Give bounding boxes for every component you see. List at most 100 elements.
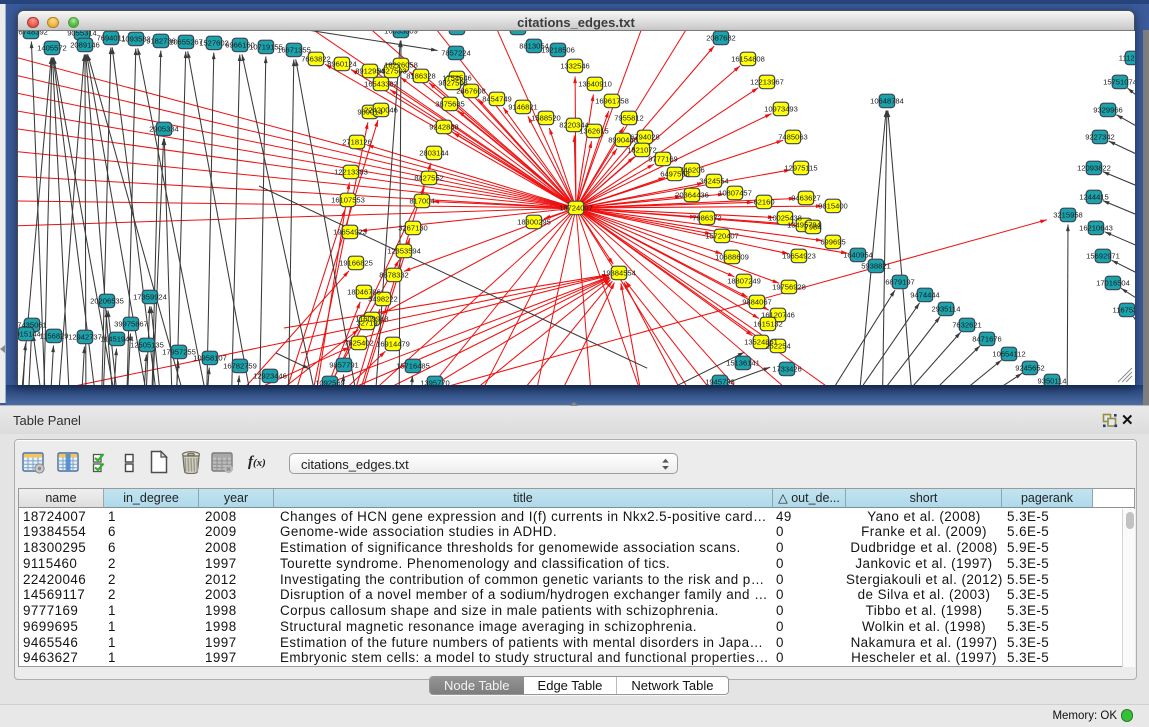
svg-text:9463627: 9463627	[791, 194, 821, 203]
svg-text:19218506: 19218506	[541, 46, 575, 55]
svg-text:1640954: 1640954	[843, 251, 873, 260]
svg-text:8960124: 8960124	[327, 60, 357, 69]
svg-text:12353594: 12353594	[387, 247, 421, 256]
svg-text:16033809: 16033809	[384, 31, 418, 36]
svg-text:9815400: 9815400	[818, 202, 848, 211]
svg-text:1621072: 1621072	[627, 146, 657, 155]
svg-text:19384554: 19384554	[602, 269, 636, 278]
svg-text:3875685: 3875685	[435, 100, 465, 109]
svg-text:20206535: 20206535	[90, 297, 124, 306]
svg-text:12975115: 12975115	[784, 164, 817, 173]
svg-text:1395770: 1395770	[420, 379, 450, 385]
svg-text:746206: 746206	[679, 166, 704, 175]
svg-text:3624554: 3624554	[699, 177, 729, 186]
svg-text:1167533: 1167533	[1113, 306, 1136, 315]
svg-text:16782759: 16782759	[223, 362, 257, 371]
svg-text:3915144: 3915144	[18, 330, 41, 339]
svg-text:252254: 252254	[765, 342, 790, 351]
svg-text:1945733: 1945733	[705, 378, 735, 385]
svg-text:817004: 817004	[409, 197, 434, 206]
svg-text:19654923: 19654923	[333, 228, 367, 237]
svg-text:9350114: 9350114	[1038, 377, 1067, 385]
svg-text:16210643: 16210643	[1079, 224, 1113, 233]
svg-text:1362615: 1362615	[579, 127, 609, 136]
svg-text:8427552: 8427552	[414, 174, 444, 183]
svg-text:10688609: 10688609	[715, 253, 749, 262]
svg-text:9146821: 9146821	[508, 103, 538, 112]
svg-text:12093822: 12093822	[1077, 164, 1111, 173]
svg-text:2935114: 2935114	[932, 305, 961, 314]
svg-text:7625402: 7625402	[344, 339, 374, 348]
svg-text:15751074: 15751074	[1103, 78, 1135, 87]
svg-text:17359924: 17359924	[133, 293, 167, 302]
svg-text:1092569: 1092569	[315, 379, 345, 385]
svg-text:7984: 7984	[805, 223, 822, 232]
svg-text:3267130: 3267130	[398, 224, 428, 233]
svg-text:15136141: 15136141	[726, 359, 760, 368]
svg-text:12213967: 12213967	[750, 78, 784, 87]
svg-text:12942737: 12942737	[68, 333, 102, 342]
svg-text:16107553: 16107553	[331, 196, 365, 205]
svg-text:1615132: 1615132	[753, 320, 783, 329]
svg-text:9884067: 9884067	[742, 298, 772, 307]
svg-text:10648784: 10648784	[870, 97, 904, 106]
svg-text:7955812: 7955812	[614, 114, 644, 123]
svg-text:18724007: 18724007	[559, 204, 593, 213]
svg-text:9227342: 9227342	[1085, 133, 1115, 142]
svg-text:2803144: 2803144	[419, 149, 449, 158]
svg-text:1244415: 1244415	[1079, 193, 1109, 202]
svg-text:17957255: 17957255	[162, 348, 196, 357]
svg-text:6879197: 6879197	[885, 278, 915, 287]
svg-text:12505135: 12505135	[130, 341, 164, 350]
svg-text:1405572: 1405572	[37, 44, 67, 53]
svg-text:1332546: 1332546	[560, 62, 590, 71]
svg-text:16914479: 16914479	[376, 340, 410, 349]
svg-text:1733426: 1733426	[772, 365, 802, 374]
svg-text:10654112: 10654112	[992, 350, 1025, 359]
svg-text:9857791: 9857791	[329, 361, 359, 370]
svg-text:3215958: 3215958	[1053, 211, 1083, 220]
svg-text:32719: 32719	[356, 319, 377, 328]
svg-text:19756928: 19756928	[772, 283, 806, 292]
svg-text:17016504: 17016504	[1096, 279, 1130, 288]
svg-text:15692971: 15692971	[1086, 252, 1120, 261]
svg-text:8265014: 8265014	[442, 31, 472, 33]
svg-text:7485063: 7485063	[778, 133, 808, 142]
svg-text:16543382: 16543382	[364, 80, 398, 89]
svg-text:16961758: 16961758	[595, 97, 629, 106]
svg-text:18807249: 18807249	[727, 277, 761, 286]
svg-text:7857224: 7857224	[441, 49, 471, 58]
svg-text:10655267: 10655267	[169, 38, 203, 47]
svg-text:9827503: 9827503	[377, 67, 407, 76]
svg-text:6794028: 6794028	[630, 133, 660, 142]
svg-text:9242848: 9242848	[429, 123, 459, 132]
svg-text:16154808: 16154808	[731, 55, 765, 64]
svg-text:9474444: 9474444	[910, 291, 940, 300]
svg-text:19166825: 19166825	[339, 259, 373, 268]
svg-text:699695: 699695	[820, 238, 845, 247]
svg-text:2905334: 2905334	[149, 125, 179, 134]
svg-text:15716485: 15716485	[396, 362, 430, 371]
svg-text:3498222: 3498222	[368, 295, 398, 304]
svg-text:2087682: 2087682	[706, 34, 736, 43]
svg-text:10807457: 10807457	[718, 189, 752, 198]
svg-text:7435061: 7435061	[18, 321, 47, 330]
svg-text:15720407: 15720407	[705, 232, 739, 241]
svg-text:1112684: 1112684	[1119, 54, 1135, 63]
svg-text:18300295: 18300295	[517, 218, 551, 227]
svg-text:5938821: 5938821	[861, 262, 891, 271]
svg-text:1156829: 1156829	[40, 332, 69, 341]
svg-text:9055314: 9055314	[67, 31, 97, 38]
svg-text:9245652: 9245652	[1015, 364, 1045, 373]
svg-text:16120746: 16120746	[761, 311, 795, 320]
svg-text:8471676: 8471676	[972, 335, 1002, 344]
svg-text:8878332: 8878332	[379, 271, 409, 280]
svg-text:16748392: 16748392	[18, 31, 48, 37]
svg-text:10958107: 10958107	[193, 354, 227, 363]
svg-text:12923446: 12923446	[253, 372, 287, 381]
svg-text:16671355: 16671355	[277, 46, 311, 55]
svg-text:19654923: 19654923	[782, 252, 816, 261]
svg-text:7632621: 7632621	[952, 321, 982, 330]
svg-text:20364436: 20364436	[675, 191, 709, 200]
svg-text:39975867: 39975867	[114, 320, 148, 329]
